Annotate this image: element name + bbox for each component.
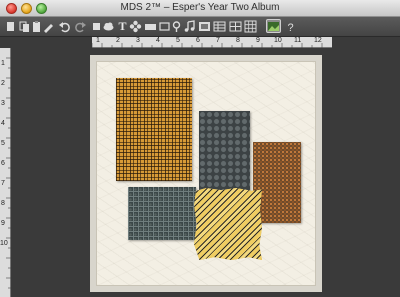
photo-tool-icon[interactable] <box>198 20 211 33</box>
copper-paper[interactable] <box>253 142 301 223</box>
ruler-v-label: 9 <box>1 220 5 227</box>
ruler-h-label: 12 <box>314 37 322 44</box>
help-tool-icon[interactable]: ? <box>284 20 297 33</box>
ruler-h-label: 10 <box>274 37 282 44</box>
undo-tool-icon[interactable] <box>58 20 71 33</box>
ruler-v-label: 10 <box>0 240 8 247</box>
music-tool-icon[interactable] <box>183 20 196 33</box>
location-tool-icon[interactable] <box>170 20 183 33</box>
ruler-h-label: 5 <box>176 37 180 44</box>
table-tool-icon[interactable] <box>213 20 226 33</box>
ruler-v-label: 4 <box>1 120 5 127</box>
ruler-h-label: 9 <box>256 37 260 44</box>
stripe-paper[interactable] <box>194 188 262 260</box>
grid-tool-icon[interactable] <box>244 20 257 33</box>
svg-text:?: ? <box>288 22 294 33</box>
ruler-v-label: 5 <box>1 140 5 147</box>
ruler-v-label: 7 <box>1 180 5 187</box>
ruler-h-label: 6 <box>196 37 200 44</box>
ruler-v-label: 2 <box>1 80 5 87</box>
photo-box-tool-icon[interactable] <box>144 20 157 33</box>
window-title: MDS 2™ – Esper's Year Two Album <box>120 2 280 13</box>
horizontal-ruler: 1 2 3 4 5 6 7 8 9 10 11 12 <box>92 37 332 48</box>
image-tool-icon[interactable] <box>266 19 281 33</box>
ruler-v-label: 8 <box>1 200 5 207</box>
layout-tool-icon[interactable] <box>229 20 242 33</box>
toolbar: T ? <box>0 17 400 37</box>
ruler-v-label: 3 <box>1 100 5 107</box>
ruler-v-label: 1 <box>1 60 5 67</box>
ruler-h-label: 1 <box>96 37 100 44</box>
flower-tool-icon[interactable] <box>129 20 142 33</box>
vertical-ruler: 1 2 3 4 5 6 7 8 9 10 <box>0 48 11 297</box>
redo-tool-icon[interactable] <box>74 20 87 33</box>
plaid-paper[interactable] <box>116 78 192 181</box>
eyedropper-tool-icon[interactable] <box>42 20 55 33</box>
ruler-h-label: 2 <box>116 37 120 44</box>
cloud-tool-icon[interactable] <box>102 20 115 33</box>
ruler-h-label: 7 <box>216 37 220 44</box>
ruler-v-label: 6 <box>1 160 5 167</box>
ruler-h-label: 8 <box>236 37 240 44</box>
circle-paper[interactable] <box>199 111 250 199</box>
new-page-tool-icon[interactable] <box>4 20 17 33</box>
ruler-h-label: 4 <box>156 37 160 44</box>
grid-paper[interactable] <box>128 187 196 240</box>
ruler-h-label: 3 <box>136 37 140 44</box>
ruler-h-label: 11 <box>294 37 302 44</box>
text-tool-icon[interactable]: T <box>116 20 129 33</box>
title-bar: MDS 2™ – Esper's Year Two Album <box>0 0 400 17</box>
